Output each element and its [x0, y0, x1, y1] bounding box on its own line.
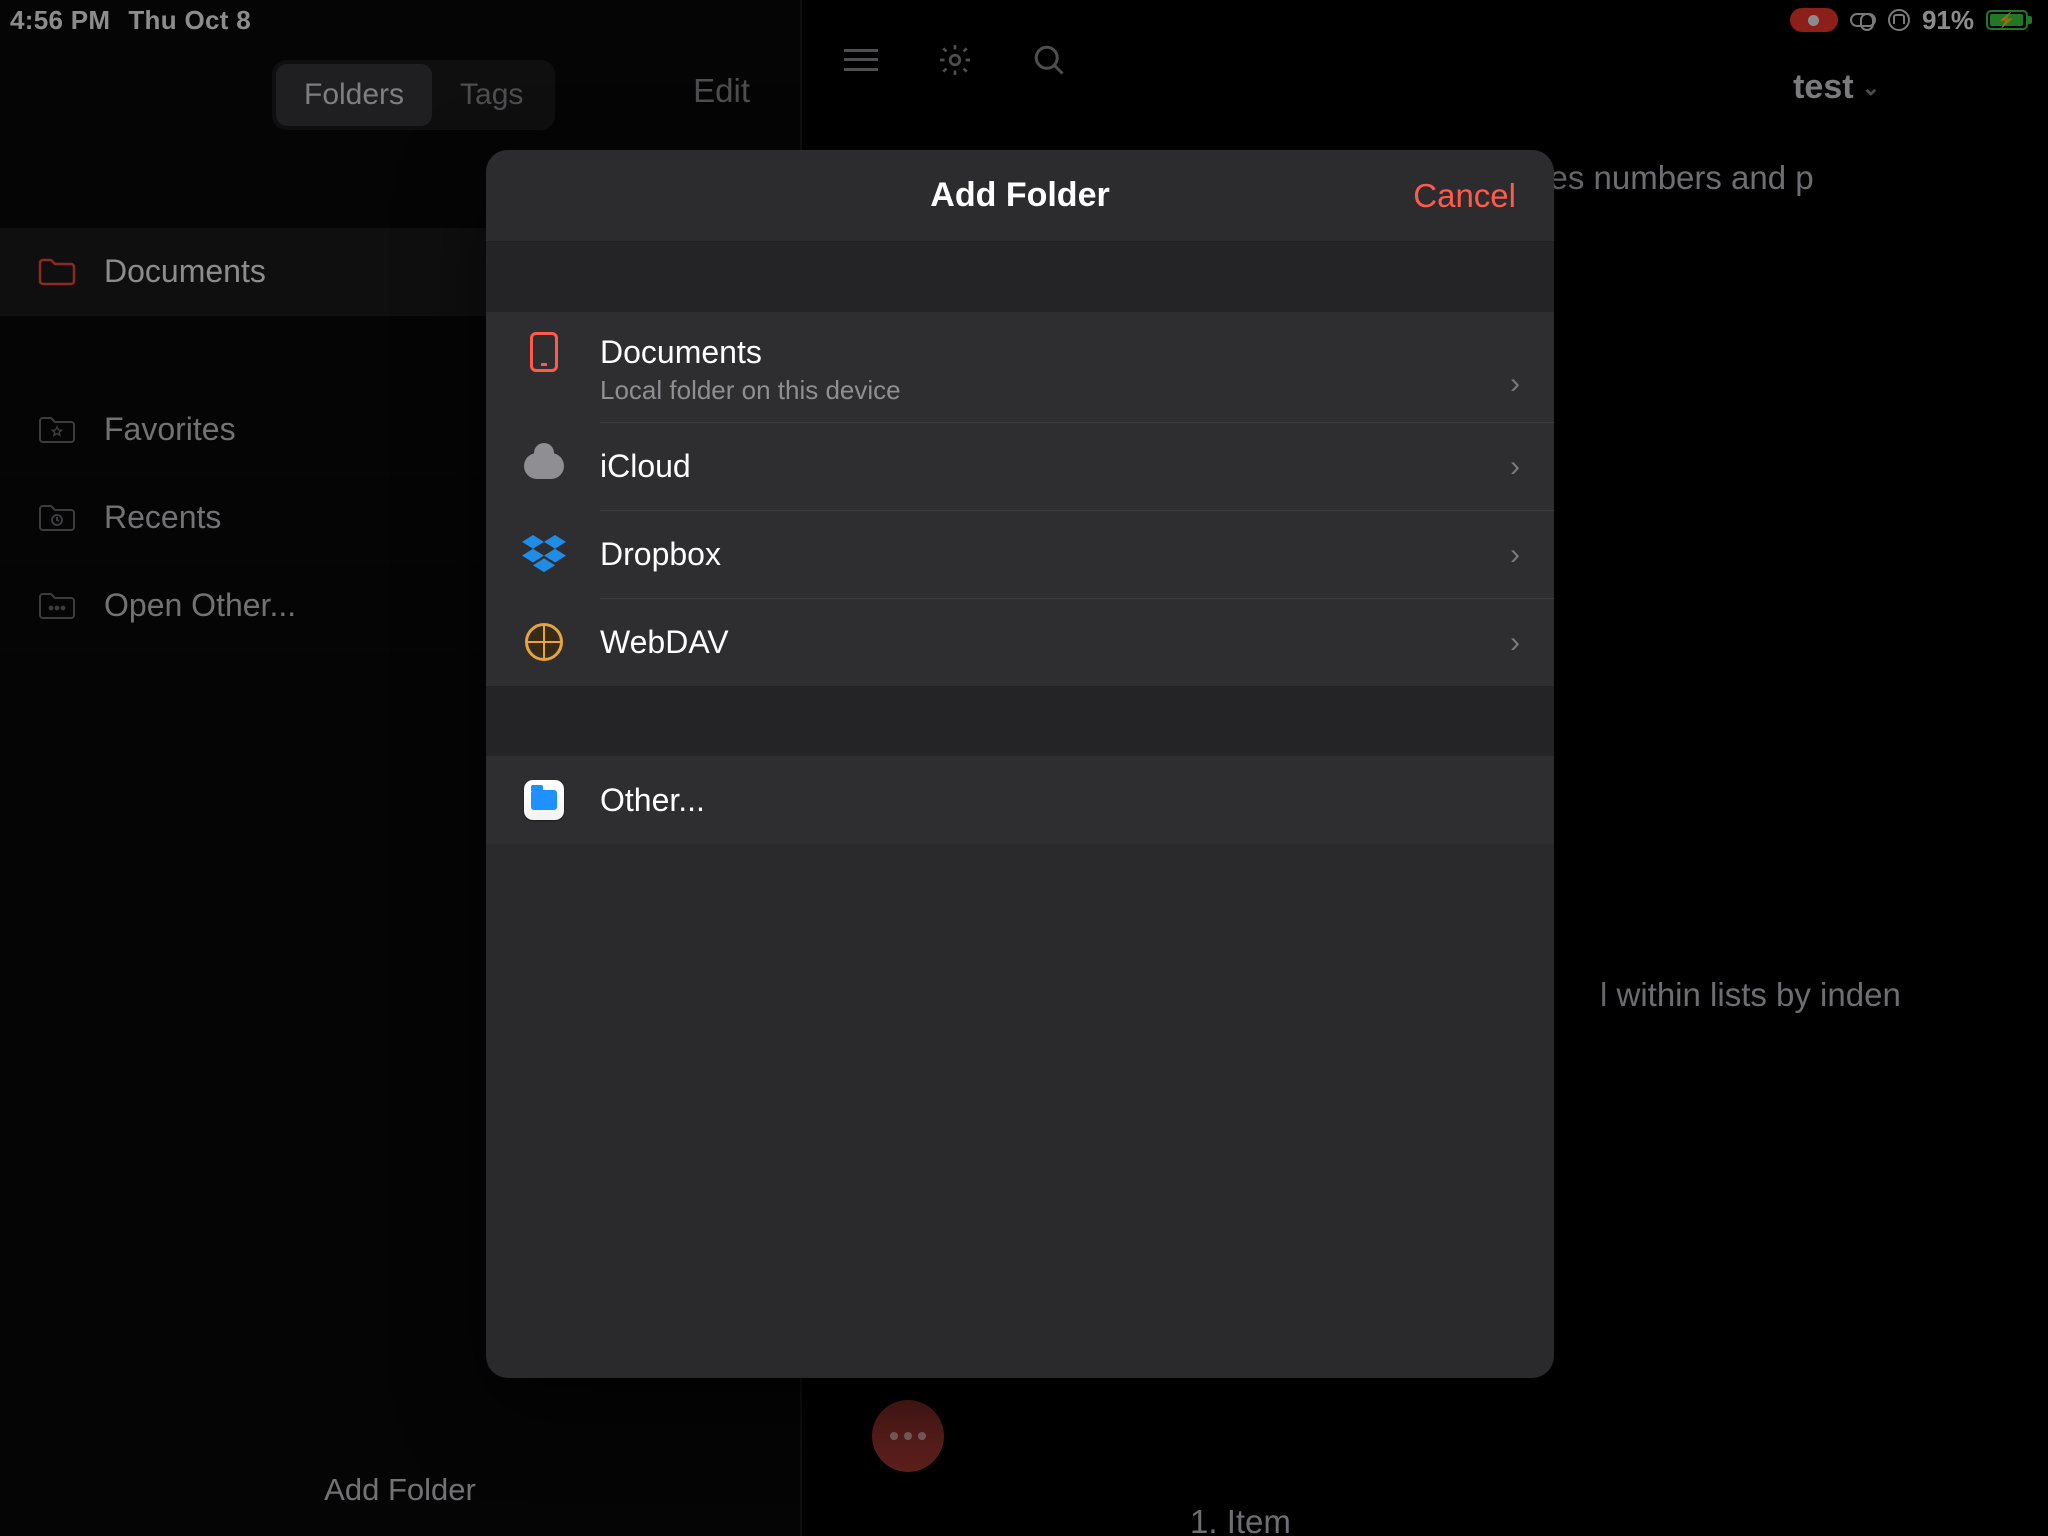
modal-header: Add Folder Cancel	[486, 150, 1554, 242]
section-gap	[486, 242, 1554, 312]
section-gap	[486, 686, 1554, 756]
chevron-right-icon: ›	[1510, 626, 1520, 660]
modal-row-label: Documents	[600, 334, 901, 371]
modal-row-other[interactable]: Other...	[486, 756, 1554, 844]
modal-title: Add Folder	[930, 176, 1109, 215]
cancel-button[interactable]: Cancel	[1413, 177, 1516, 215]
chevron-right-icon: ›	[1510, 450, 1520, 484]
modal-row-dropbox[interactable]: Dropbox ›	[486, 510, 1554, 598]
modal-row-documents[interactable]: Documents Local folder on this device ›	[486, 312, 1554, 422]
modal-row-label: Other...	[600, 782, 705, 819]
modal-row-label: Dropbox	[600, 536, 721, 573]
chevron-right-icon: ›	[1510, 538, 1520, 572]
device-icon	[522, 330, 566, 374]
dropbox-icon	[522, 532, 566, 576]
modal-row-webdav[interactable]: WebDAV ›	[486, 598, 1554, 686]
cloud-icon	[522, 444, 566, 488]
modal-row-label: iCloud	[600, 448, 691, 485]
webdav-icon	[522, 620, 566, 664]
modal-row-icloud[interactable]: iCloud ›	[486, 422, 1554, 510]
modal-row-label: WebDAV	[600, 624, 729, 661]
files-app-icon	[522, 778, 566, 822]
modal-row-subtitle: Local folder on this device	[600, 375, 901, 406]
chevron-right-icon: ›	[1510, 367, 1520, 401]
add-folder-modal: Add Folder Cancel Documents Local folder…	[486, 150, 1554, 1378]
